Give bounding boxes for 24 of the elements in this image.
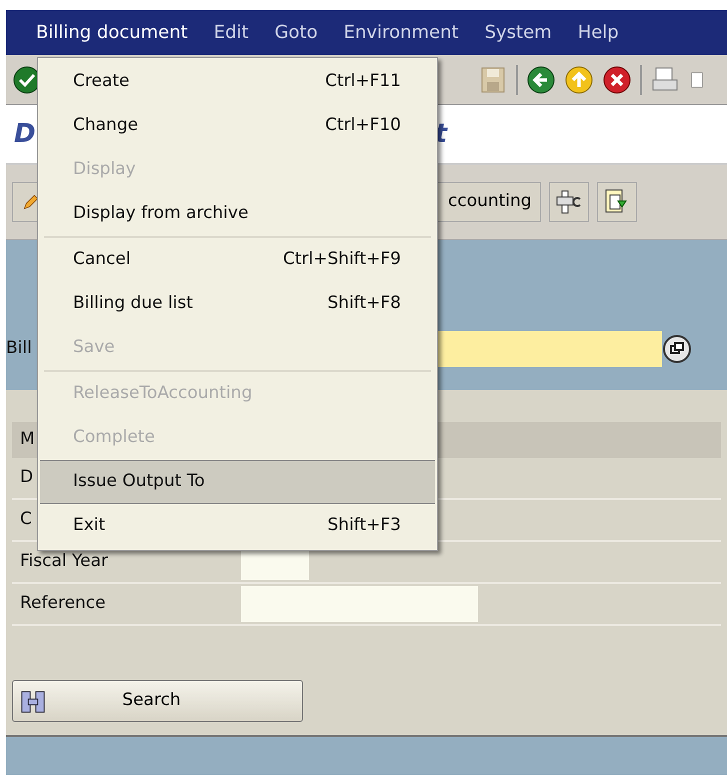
multiple-selection-icon[interactable]: [662, 334, 692, 364]
field-label: Bill: [6, 337, 32, 360]
menu-item[interactable]: Change Ctrl+F10: [40, 104, 435, 148]
menu-item[interactable]: Cancel Ctrl+Shift+F9: [40, 238, 435, 282]
cancel-icon[interactable]: [602, 64, 632, 94]
search-button[interactable]: Search: [12, 680, 303, 722]
field-label: Reference: [19, 592, 107, 616]
up-icon[interactable]: [564, 64, 594, 94]
menu-bar-item[interactable]: System: [482, 19, 554, 46]
screen-title: D: [14, 118, 36, 150]
menu-item[interactable]: Exit Shift+F3: [40, 504, 435, 548]
field-label: D: [19, 466, 34, 490]
menu-item[interactable]: Issue Output To: [40, 460, 435, 504]
input-field[interactable]: [241, 586, 478, 622]
menu-bar-item[interactable]: Environment: [342, 19, 461, 46]
field-label: Fiscal Year: [19, 550, 110, 574]
menu-bar-item[interactable]: Edit: [212, 19, 251, 46]
column-header: M: [20, 428, 35, 452]
menu-item[interactable]: Billing due list Shift+F8: [40, 282, 435, 326]
menu-bar-item[interactable]: Billing document: [34, 19, 190, 46]
field-label: C: [19, 508, 33, 532]
menu-bar-item[interactable]: Help: [576, 19, 621, 46]
menu-bar-item[interactable]: Goto: [272, 19, 320, 46]
back-icon[interactable]: [526, 64, 556, 94]
